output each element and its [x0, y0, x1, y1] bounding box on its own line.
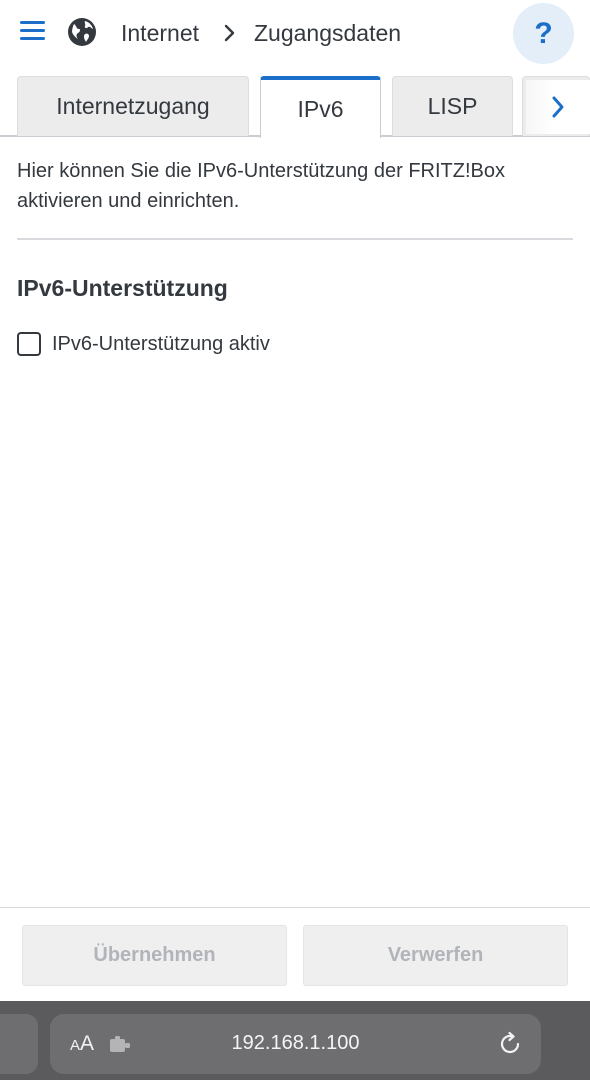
divider: [17, 238, 573, 240]
globe-icon: [68, 18, 96, 46]
app-root: Internet Zugangsdaten ? Internetzugang I…: [0, 0, 590, 1080]
chevron-right-icon: [224, 24, 235, 42]
tab-internetzugang[interactable]: Internetzugang: [17, 76, 249, 136]
ipv6-support-checkbox-label[interactable]: IPv6-Unterstützung aktiv: [52, 333, 270, 356]
help-button[interactable]: ?: [513, 3, 574, 64]
tab-lisp[interactable]: LISP: [392, 76, 513, 136]
menu-icon[interactable]: [18, 18, 48, 44]
url-text[interactable]: 192.168.1.100: [50, 1032, 541, 1055]
ipv6-support-checkbox[interactable]: [17, 332, 41, 356]
tab-scroll-right-button[interactable]: [526, 80, 590, 134]
footer-divider: [0, 907, 590, 908]
tab-ipv6[interactable]: IPv6: [260, 76, 381, 138]
ipv6-support-checkbox-row[interactable]: IPv6-Unterstützung aktiv: [17, 331, 270, 357]
reload-icon[interactable]: [497, 1031, 523, 1057]
intro-text: Hier können Sie die IPv6-Unterstützung d…: [17, 160, 505, 212]
discard-button[interactable]: Verwerfen: [303, 925, 568, 986]
browser-tab-peek[interactable]: [0, 1014, 38, 1074]
url-field[interactable]: AA 192.168.1.100: [50, 1014, 541, 1074]
breadcrumb-internet[interactable]: Internet: [121, 20, 199, 47]
section-title: IPv6-Unterstützung: [17, 275, 228, 301]
breadcrumb-zugangsdaten: Zugangsdaten: [254, 20, 402, 46]
tab-bar: Internetzugang IPv6 LISP: [0, 76, 590, 138]
chevron-right-icon: [552, 96, 564, 118]
header: Internet Zugangsdaten ?: [0, 0, 590, 70]
apply-button[interactable]: Übernehmen: [22, 925, 287, 986]
browser-address-bar: AA 192.168.1.100: [0, 1001, 590, 1080]
